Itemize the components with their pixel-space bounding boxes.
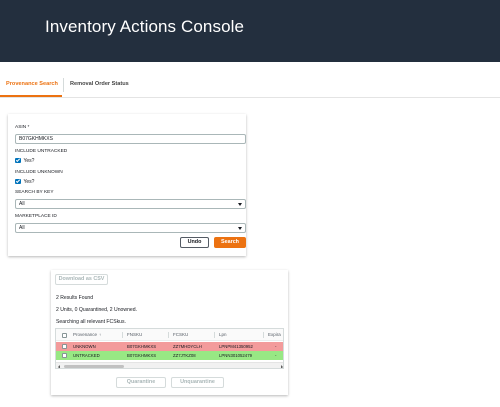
tab-bar: Provenance Search Removal Order Status: [0, 74, 500, 98]
marketplace-id-value: All: [19, 225, 25, 231]
caret-down-icon: [238, 202, 242, 206]
tab-provenance-search[interactable]: Provenance Search: [6, 81, 58, 87]
include-unknown-row[interactable]: Yes?: [15, 178, 34, 185]
app-title: Inventory Actions Console: [45, 17, 245, 36]
cell-fcsku: ZZ7MHDYCLH: [173, 344, 202, 349]
scrollbar-thumb[interactable]: [64, 364, 124, 368]
column-header-fcsku[interactable]: FCSKU: [173, 329, 188, 341]
cell-expira: -: [275, 344, 277, 349]
column-header-provenance-label: Provenance: [73, 332, 98, 337]
column-header-lpn[interactable]: Lpn: [219, 329, 227, 341]
search-by-key-value: All: [19, 201, 25, 207]
results-grid: Provenance ↑ FNSKU FCSKU Lpn Expira UNKNO…: [55, 328, 284, 369]
column-separator: [168, 332, 169, 338]
row-checkbox[interactable]: [62, 353, 67, 358]
results-count: 2 Results Found: [56, 295, 94, 301]
select-all-checkbox[interactable]: [62, 332, 67, 338]
results-card: Download as CSV 2 Results Found 2 Units,…: [51, 270, 288, 395]
unquarantine-button[interactable]: Unquarantine: [171, 377, 224, 388]
include-unknown-label: INCLUDE UNKNOWN: [15, 170, 63, 175]
caret-down-icon: [238, 226, 242, 230]
sort-icon: ↑: [99, 332, 102, 337]
column-header-provenance[interactable]: Provenance ↑: [73, 329, 101, 341]
include-untracked-checkbox-label: Yes?: [23, 157, 35, 164]
column-separator: [263, 332, 264, 338]
cell-fnsku: B07GKHMKXS: [127, 344, 157, 349]
app-header: Inventory Actions Console: [0, 0, 500, 62]
search-button[interactable]: Search: [214, 237, 246, 248]
column-separator: [214, 332, 215, 338]
cell-lpn: LPNPM41350952: [219, 344, 253, 349]
search-by-key-select[interactable]: All: [15, 199, 246, 209]
column-header-fnsku[interactable]: FNSKU: [127, 329, 142, 341]
cell-provenance: UNKNOWN: [73, 344, 96, 349]
results-searching-note: Searching all relevant FCSkus.: [56, 319, 126, 325]
cell-fcsku: ZZ7JTKZ08: [173, 353, 196, 358]
include-unknown-checkbox-label: Yes?: [23, 178, 35, 185]
horizontal-scrollbar[interactable]: [56, 362, 283, 368]
search-by-key-label: SEARCH BY KEY: [15, 190, 54, 195]
marketplace-id-select[interactable]: All: [15, 223, 246, 233]
column-header-expira[interactable]: Expira: [268, 329, 281, 341]
quarantine-button[interactable]: Quarantine: [116, 377, 166, 388]
table-row[interactable]: UNKNOWN B07GKHMKXS ZZ7MHDYCLH LPNPM41350…: [56, 342, 283, 351]
marketplace-id-label: MARKETPLACE ID: [15, 214, 57, 219]
checkbox-checked-icon[interactable]: [15, 178, 21, 185]
row-checkbox[interactable]: [62, 344, 67, 349]
cell-fnsku: B07GKHMKXS: [127, 353, 157, 358]
grid-header-row: Provenance ↑ FNSKU FCSKU Lpn Expira: [56, 329, 283, 341]
asin-input[interactable]: B07GKHMKXS: [15, 134, 246, 144]
download-csv-button[interactable]: Download as CSV: [55, 274, 108, 285]
scroll-right-icon[interactable]: [281, 364, 283, 368]
results-summary: 2 Units, 0 Quarantined, 2 Unowned.: [56, 307, 137, 313]
include-untracked-row[interactable]: Yes?: [15, 157, 34, 164]
cell-expira: -: [275, 353, 277, 358]
search-form-card: ASIN * B07GKHMKXS INCLUDE UNTRACKED Yes?…: [8, 114, 246, 256]
checkbox-checked-icon[interactable]: [15, 157, 21, 164]
tab-removal-order-status[interactable]: Removal Order Status: [70, 81, 129, 87]
tab-divider: [63, 78, 64, 92]
include-untracked-label: INCLUDE UNTRACKED: [15, 149, 68, 154]
cell-provenance: UNTRACKED: [73, 353, 100, 358]
table-row[interactable]: UNTRACKED B07GKHMKXS ZZ7JTKZ08 LPNN30105…: [56, 351, 283, 360]
asin-label: ASIN *: [15, 125, 30, 130]
scroll-left-icon[interactable]: [58, 364, 60, 368]
active-tab-indicator: [0, 95, 62, 97]
undo-button[interactable]: Undo: [180, 237, 209, 248]
column-separator: [122, 332, 123, 338]
cell-lpn: LPNN301052479: [219, 353, 252, 358]
